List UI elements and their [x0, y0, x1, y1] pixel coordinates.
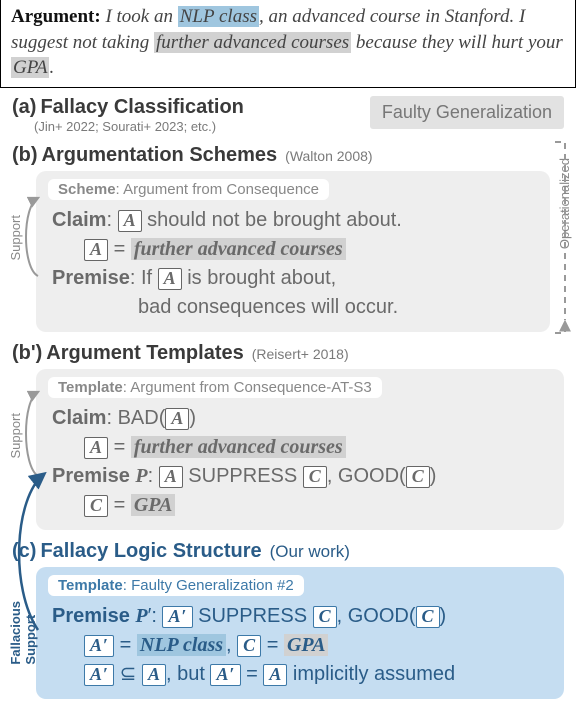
section-b-header: (b) Argumentation Schemes (Walton 2008)	[0, 138, 576, 169]
section-a-title: Fallacy Classification	[40, 96, 243, 118]
panel-bp-c-eq: C = GPA	[84, 491, 552, 520]
panel-b-tag: Scheme: Argument from Consequence	[48, 179, 329, 200]
section-a-id: (a)	[12, 96, 36, 118]
section-b-ref: (Walton 2008)	[285, 148, 372, 164]
fallacy-badge: Faulty Generalization	[370, 96, 564, 129]
section-bp-id: (b')	[12, 342, 42, 364]
argument-box: Argument: I took an NLP class, an advanc…	[0, 0, 576, 88]
section-b-id: (b)	[12, 144, 38, 166]
panel-c-subset: A ⊆ A, but A = A implicitly assumed	[84, 660, 552, 689]
panel-b-a-eq: A = further advanced courses	[84, 235, 538, 264]
panel-c-vars: A = NLP class, C = GPA	[84, 631, 552, 660]
panel-bp-tag: Template: Argument from Consequence-AT-S…	[48, 377, 382, 398]
section-c-id: (c)	[12, 540, 36, 562]
panel-c-premise: Premise P′: A SUPPRESS C, GOOD(C)	[52, 602, 552, 631]
section-b-title: Argumentation Schemes	[42, 144, 278, 166]
fallacious-support-label: Fallacious Support	[8, 601, 38, 665]
highlight-nlp-class: NLP class	[178, 6, 259, 27]
panel-bp: Support Template: Argument from Conseque…	[36, 369, 564, 530]
section-c-header: (c) Fallacy Logic Structure (Our work)	[0, 534, 576, 565]
panel-c: Fallacious Support Template: Faulty Gene…	[36, 567, 564, 699]
section-c-ref: (Our work)	[270, 542, 350, 561]
section-bp-ref: (Reisert+ 2018)	[252, 346, 349, 362]
operationalized-label: Operationalized	[557, 158, 572, 249]
section-a-ref: (Jin+ 2022; Sourati+ 2023; etc.)	[34, 119, 244, 134]
argument-text-1: I took an	[105, 6, 177, 27]
highlight-further-courses: further advanced courses	[154, 32, 351, 53]
panel-b: Support Scheme: Argument from Consequenc…	[36, 171, 550, 332]
panel-b-premise-2: bad consequences will occur.	[138, 293, 538, 322]
section-bp-header: (b') Argument Templates (Reisert+ 2018)	[0, 336, 576, 367]
section-bp-title: Argument Templates	[46, 342, 243, 364]
argument-text-3: because they will hurt your	[351, 32, 563, 53]
panel-bp-a-eq: A = further advanced courses	[84, 433, 552, 462]
panel-b-claim: Claim: A should not be brought about.	[52, 206, 538, 235]
panel-c-tag: Template: Faulty Generalization #2	[48, 575, 304, 596]
section-c-title: Fallacy Logic Structure	[40, 540, 261, 562]
panel-bp-premise: Premise P: A SUPPRESS C, GOOD(C)	[52, 462, 552, 491]
support-label-b: Support	[8, 215, 23, 261]
panel-b-premise: Premise: If A is brought about,	[52, 264, 538, 293]
argument-text-4: .	[49, 57, 54, 78]
var-a: A	[118, 210, 142, 232]
argument-label: Argument:	[11, 6, 101, 27]
support-label-bp: Support	[8, 413, 23, 459]
highlight-gpa: GPA	[11, 57, 49, 78]
panel-bp-claim: Claim: BAD(A)	[52, 404, 552, 433]
section-a: (a) Fallacy Classification (Jin+ 2022; S…	[0, 88, 576, 138]
